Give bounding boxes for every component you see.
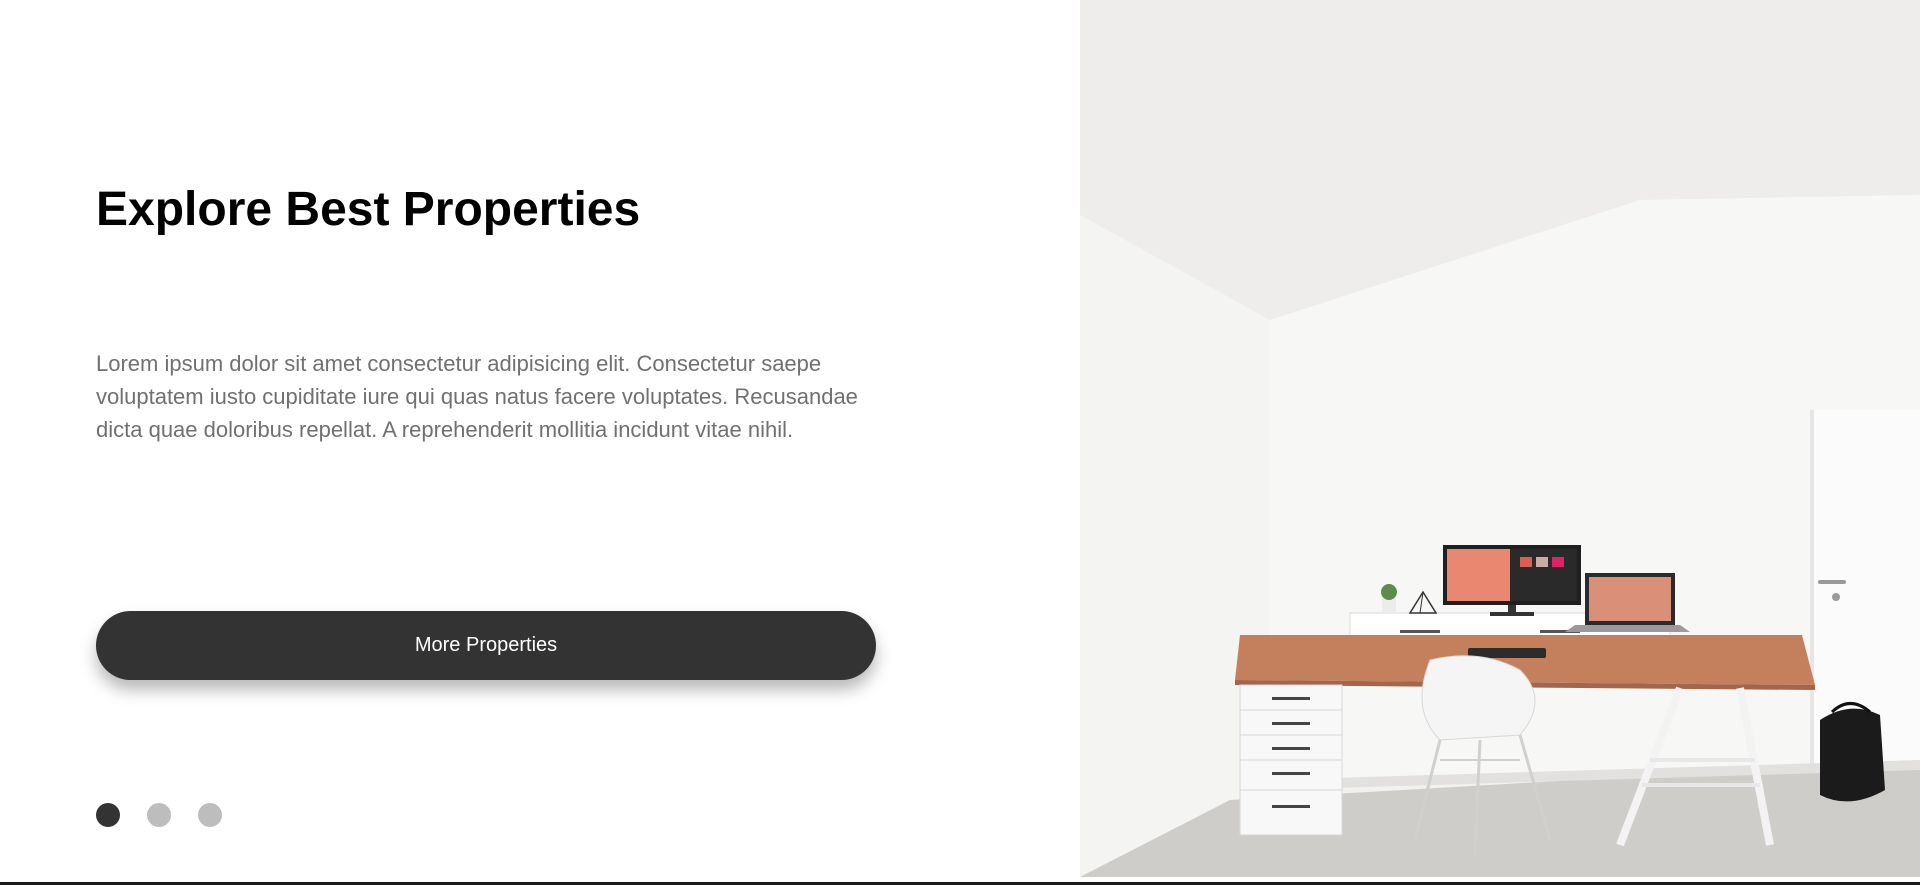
page: Explore Best Properties Lorem ipsum dolo… (0, 0, 1920, 885)
plant-pot (1382, 598, 1396, 614)
chair (1421, 655, 1536, 741)
slider-dot-1[interactable] (96, 803, 120, 827)
hero-text-panel: Explore Best Properties Lorem ipsum dolo… (0, 0, 1080, 885)
office-room-illustration (1080, 0, 1920, 877)
hero-description: Lorem ipsum dolor sit amet consectetur a… (96, 351, 858, 442)
slider-dot-2[interactable] (147, 803, 171, 827)
hero-title: Explore Best Properties (96, 183, 641, 236)
hero-image (1080, 0, 1920, 877)
backpack (1820, 708, 1885, 802)
door-handle-icon (1818, 580, 1846, 584)
slider-dot-3[interactable] (198, 803, 222, 827)
more-properties-button[interactable]: More Properties (96, 611, 876, 680)
